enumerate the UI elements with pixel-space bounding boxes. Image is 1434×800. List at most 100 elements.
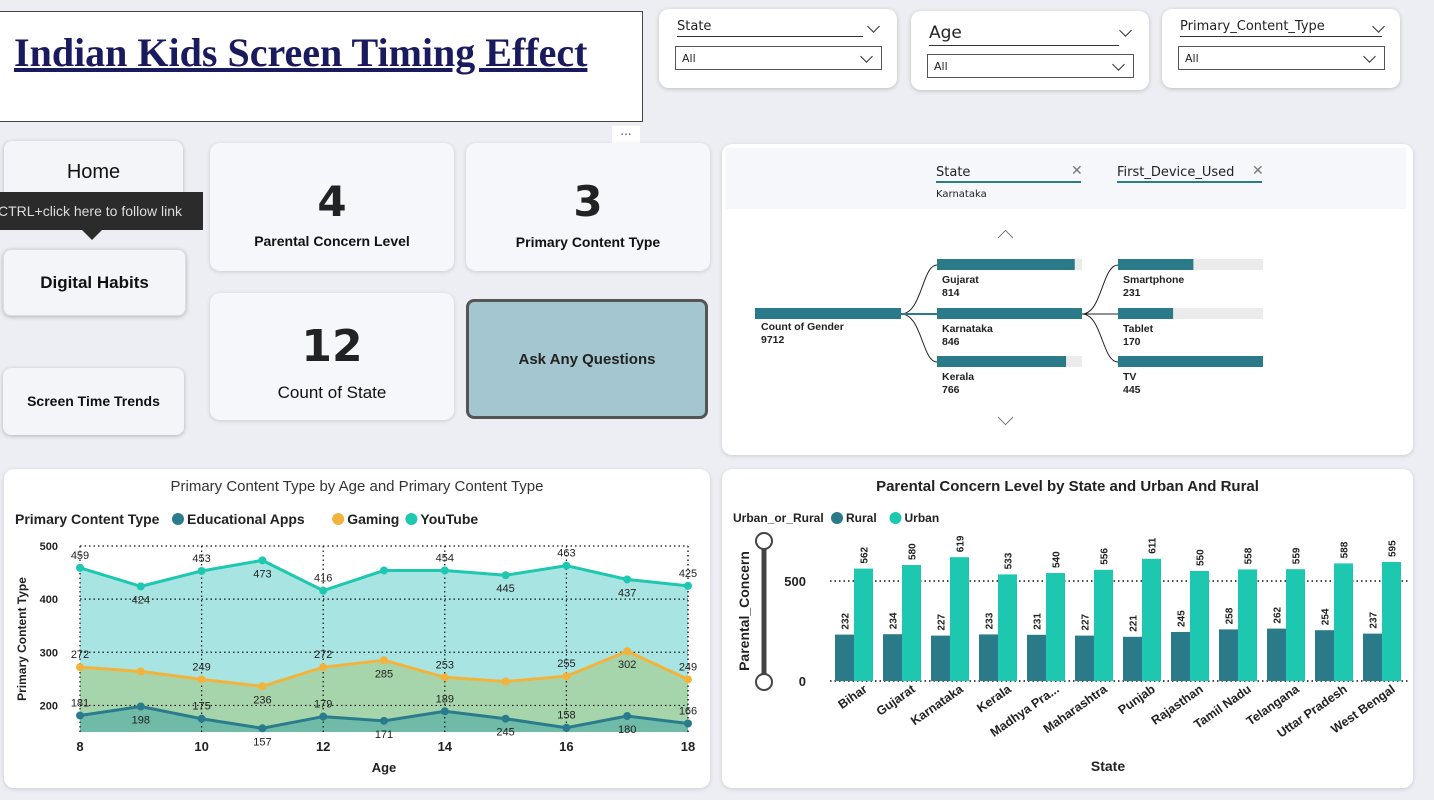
area-x-tick: 16 (559, 739, 573, 754)
area-point (440, 673, 449, 682)
area-data-label: 171 (375, 729, 393, 741)
bar-data-label: 227 (1081, 613, 1092, 630)
area-point (380, 716, 388, 725)
bar-data-label: 262 (1273, 606, 1284, 623)
bar-data-label: 556 (1100, 548, 1111, 565)
decomp-node-label: TV (1123, 371, 1136, 383)
area-data-label: 272 (71, 649, 89, 661)
area-chart-svg: Primary Content Type Educational Apps Gami… (15, 511, 697, 775)
decomp-node-value: 170 (1123, 336, 1141, 348)
bar (1219, 629, 1238, 681)
area-point (258, 556, 267, 565)
parental-concern-value: 4 (317, 177, 347, 226)
area-legend-title: Primary Content Type (15, 511, 160, 527)
bar (854, 568, 873, 681)
bar-data-label: 562 (860, 546, 871, 563)
area-point (562, 723, 571, 732)
area-data-label: 302 (618, 659, 636, 671)
content-type-slicer-label: Primary_Content_Type (1180, 19, 1382, 37)
bar (1123, 636, 1142, 681)
area-point (319, 586, 328, 595)
area-y-tick: 300 (40, 647, 58, 659)
bar-data-label: 221 (1129, 615, 1140, 632)
decomp-connector (1081, 264, 1119, 315)
area-point (501, 677, 510, 686)
area-data-label: 157 (253, 736, 271, 748)
bar-chart-svg: Urban_or_Rural Rural Urban 0 500 232 562 Bihar 2… (733, 511, 1410, 774)
bar (1315, 630, 1334, 681)
bar-data-label: 611 (1148, 537, 1159, 554)
y-range-slider-handle[interactable] (755, 673, 773, 691)
state-dropdown[interactable]: All (675, 46, 882, 70)
primary-content-label: Primary Content Type (515, 234, 661, 250)
area-point (197, 675, 206, 684)
more-options-icon[interactable]: ... (612, 125, 640, 144)
count-state-card: 12 Count of State (210, 293, 454, 420)
bar-x-tick: Karnataka (908, 681, 966, 728)
content-type-slicer[interactable]: Primary_Content_Type All (1162, 9, 1400, 88)
area-data-label: 249 (192, 661, 210, 673)
area-point (684, 581, 692, 590)
bar (950, 557, 969, 681)
decomp-node-bar (937, 308, 1082, 319)
area-point (319, 712, 328, 721)
area-y-axis-title: Primary Content Type (15, 577, 29, 701)
bar (1171, 632, 1190, 681)
bar-data-label: 245 (1177, 610, 1188, 627)
link-tooltip: CTRL+click here to follow link (0, 192, 203, 230)
area-x-tick: 12 (316, 739, 330, 754)
bar-x-axis-title: State (1091, 758, 1125, 774)
chevron-down-icon[interactable] (867, 20, 880, 33)
area-point (76, 711, 84, 720)
area-point (380, 656, 388, 665)
area-data-label: 445 (496, 583, 514, 595)
ask-questions-label: Ask Any Questions (518, 351, 656, 368)
area-point (501, 714, 510, 723)
decomp-node-value: 445 (1123, 384, 1141, 396)
area-legend-label: Educational Apps (187, 511, 305, 527)
age-slicer-label: Age (929, 23, 1119, 46)
decomp-node-label: Tablet (1123, 323, 1154, 335)
area-legend-label: Gaming (347, 511, 399, 527)
area-data-label: 180 (618, 724, 636, 736)
bar-data-label: 559 (1292, 547, 1303, 564)
decomp-node-label: Karnataka (942, 323, 993, 335)
age-dropdown[interactable]: All (927, 54, 1134, 78)
decomp-node-value: 231 (1123, 287, 1141, 299)
y-range-slider-handle[interactable] (755, 532, 773, 550)
bar-legend-label: Rural (846, 511, 877, 525)
bar-chart-card: Parental Concern Level by State and Urba… (722, 469, 1413, 788)
ask-questions-button[interactable]: Ask Any Questions (466, 299, 708, 419)
decomp-node-value: 814 (942, 287, 960, 299)
count-state-label: Count of State (277, 383, 387, 402)
decomp-node-bar (1118, 356, 1263, 367)
chevron-down-icon[interactable] (1119, 24, 1132, 37)
area-point (623, 575, 632, 584)
content-type-dropdown[interactable]: All (1178, 46, 1385, 70)
parental-concern-label: Parental Concern Level (254, 233, 410, 249)
bar (1142, 558, 1161, 681)
tooltip-arrow (82, 230, 102, 240)
area-data-label: 463 (557, 548, 575, 560)
parental-concern-card: 4 Parental Concern Level (210, 143, 454, 271)
area-point (440, 707, 449, 716)
decomp-root-label: Count of Gender (761, 321, 844, 333)
area-data-label: 175 (192, 701, 210, 713)
bar-legend-label: Urban (905, 511, 940, 525)
area-point (136, 582, 145, 591)
decomposition-tree-card: State ✕ Karnataka First_Device_Used ✕ Co… (722, 144, 1413, 455)
bar-legend-marker (889, 512, 902, 524)
screen-time-trends-button[interactable]: Screen Time Trends (3, 368, 184, 435)
state-slicer[interactable]: State All (659, 9, 897, 88)
bar-data-label: 231 (1033, 613, 1044, 630)
bar-x-tick: Kerala (974, 681, 1014, 715)
area-data-label: 272 (314, 649, 332, 661)
bar (931, 635, 950, 681)
bar-data-label: 595 (1388, 540, 1399, 557)
bar-x-tick: Bihar (836, 682, 870, 712)
area-chart-card: Primary Content Type by Age and Primary … (4, 469, 710, 788)
area-point (136, 702, 145, 711)
state-slicer-label: State (677, 19, 863, 37)
digital-habits-button[interactable]: Digital Habits (3, 249, 186, 316)
age-slicer[interactable]: Age All (911, 11, 1149, 90)
